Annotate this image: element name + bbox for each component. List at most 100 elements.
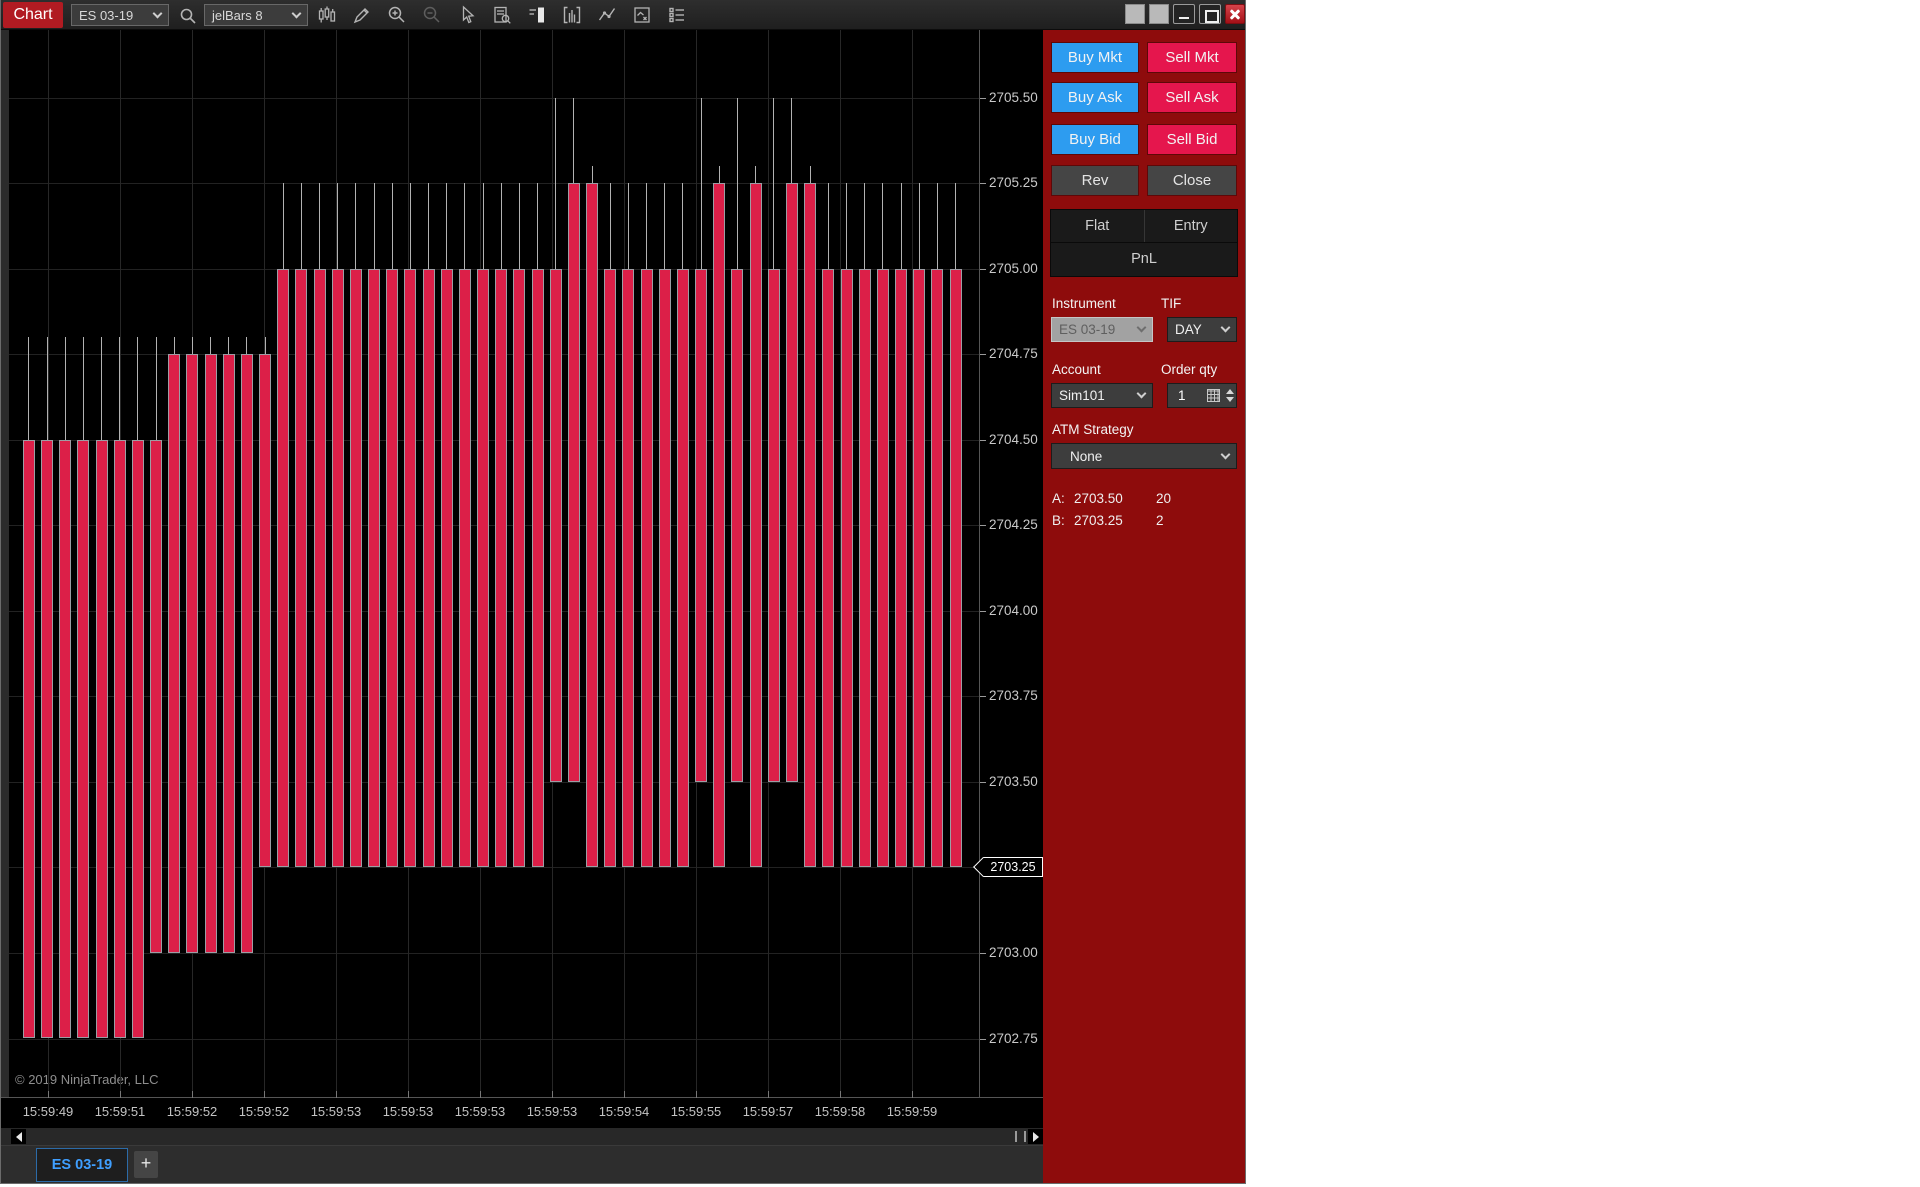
buy-ask-button[interactable]: Buy Ask [1051,82,1139,113]
price-gridline [9,98,979,99]
price-tick [980,269,986,270]
price-tick [980,98,986,99]
bar-wick [156,337,157,440]
position-state: Flat [1051,210,1145,242]
price-axis[interactable]: 2703.25 2705.502705.252705.002704.752704… [979,30,1045,1097]
atm-strategy-selector[interactable]: None [1051,443,1237,469]
time-tick [336,1091,337,1098]
indicators-icon[interactable] [596,4,618,26]
search-icon[interactable] [177,5,199,27]
price-bar [150,440,162,953]
price-bar [895,269,907,868]
stepper-up-icon[interactable] [1226,389,1234,394]
zoom-in-icon[interactable] [386,4,408,26]
sell-mkt-button[interactable]: Sell Mkt [1147,42,1237,73]
price-bar [804,183,816,867]
pnl-display: PnL [1050,243,1238,277]
bar-wick [773,98,774,269]
minimize-button[interactable] [1173,4,1195,24]
strategies-icon[interactable] [631,4,653,26]
price-axis-label: 2705.25 [989,174,1038,192]
price-tick [980,1039,986,1040]
chevron-down-icon [292,8,302,18]
price-bar [641,269,653,868]
time-axis-label: 15:59:49 [8,1104,88,1119]
chart-plot-area[interactable]: © 2019 NinjaTrader, LLC [9,30,979,1097]
scroll-left-button[interactable] [11,1129,26,1144]
bar-wick [919,183,920,269]
price-bar [59,440,71,1039]
price-tick [980,782,986,783]
price-axis-label: 2705.00 [989,260,1038,278]
quantity-stepper[interactable] [1223,384,1236,407]
buy-mkt-button[interactable]: Buy Mkt [1051,42,1139,73]
bar-wick [192,337,193,354]
bar-wick [319,183,320,269]
maximize-button[interactable] [1199,4,1221,24]
interval-link-icon[interactable] [1149,4,1169,24]
add-tab-button[interactable]: + [134,1151,158,1178]
zoom-out-icon[interactable] [421,4,443,26]
bar-spacing-icon[interactable] [561,4,583,26]
chart-trader-icon[interactable] [526,4,548,26]
account-selector[interactable]: Sim101 [1051,383,1153,408]
bar-wick [810,166,811,183]
chevron-down-icon [153,8,163,18]
arrow-right-icon [1033,1132,1039,1142]
sell-ask-button[interactable]: Sell Ask [1147,82,1237,113]
bar-type-selector[interactable]: jelBars 8 [204,4,308,26]
order-qty-value[interactable]: 1 [1168,388,1207,403]
bar-wick [573,98,574,184]
ask-size: 20 [1156,491,1171,506]
bar-wick [337,183,338,269]
tab-es-03-19[interactable]: ES 03-19 [36,1148,128,1182]
sell-bid-button[interactable]: Sell Bid [1147,124,1237,155]
copyright-text: © 2019 NinjaTrader, LLC [15,1072,159,1087]
bar-wick [901,183,902,269]
bar-wick [628,183,629,269]
time-tick [480,1091,481,1098]
close-position-button[interactable]: Close [1147,165,1237,196]
order-qty-field[interactable]: 1 [1167,383,1237,408]
price-axis-label: 2703.00 [989,944,1038,962]
price-tick [980,696,986,697]
time-tick [696,1091,697,1098]
tif-label: TIF [1161,296,1181,311]
bar-wick [682,183,683,269]
price-bar [532,269,544,868]
price-bar [550,269,562,782]
panel-instrument-value: ES 03-19 [1059,322,1138,337]
instrument-link-icon[interactable] [1125,4,1145,24]
data-box-icon[interactable] [491,4,513,26]
tif-selector[interactable]: DAY [1167,317,1237,342]
scrollbar-grip[interactable] [1015,1131,1026,1142]
close-button[interactable] [1225,4,1245,24]
time-tick [48,1091,49,1098]
chart-window-label: Chart [3,2,63,28]
price-bar [859,269,871,868]
time-tick [552,1091,553,1098]
stepper-down-icon[interactable] [1226,397,1234,402]
bar-wick [119,337,120,440]
scroll-right-button[interactable] [1028,1129,1043,1144]
chevron-down-icon [1221,323,1231,333]
drawing-tools-icon[interactable] [351,4,373,26]
bar-type-selector-value: jelBars 8 [212,8,293,23]
cursor-icon[interactable] [456,4,478,26]
panel-instrument-selector[interactable]: ES 03-19 [1051,317,1153,342]
properties-icon[interactable] [666,4,688,26]
instrument-selector[interactable]: ES 03-19 [71,4,169,26]
bar-wick [610,183,611,269]
bar-type-icon[interactable] [316,4,338,26]
reverse-button[interactable]: Rev [1051,165,1139,196]
calculator-icon[interactable] [1207,389,1220,402]
price-bar [513,269,525,868]
time-axis[interactable]: 15:59:4915:59:5115:59:5215:59:5215:59:53… [1,1097,1045,1128]
price-axis-label: 2703.75 [989,687,1038,705]
account-value: Sim101 [1059,388,1138,403]
buy-bid-button[interactable]: Buy Bid [1051,124,1139,155]
entry-column-header: Entry [1145,210,1238,242]
tab-bar: ES 03-19 + [1,1145,1045,1183]
time-axis-label: 15:59:53 [368,1104,448,1119]
bar-wick [174,337,175,354]
